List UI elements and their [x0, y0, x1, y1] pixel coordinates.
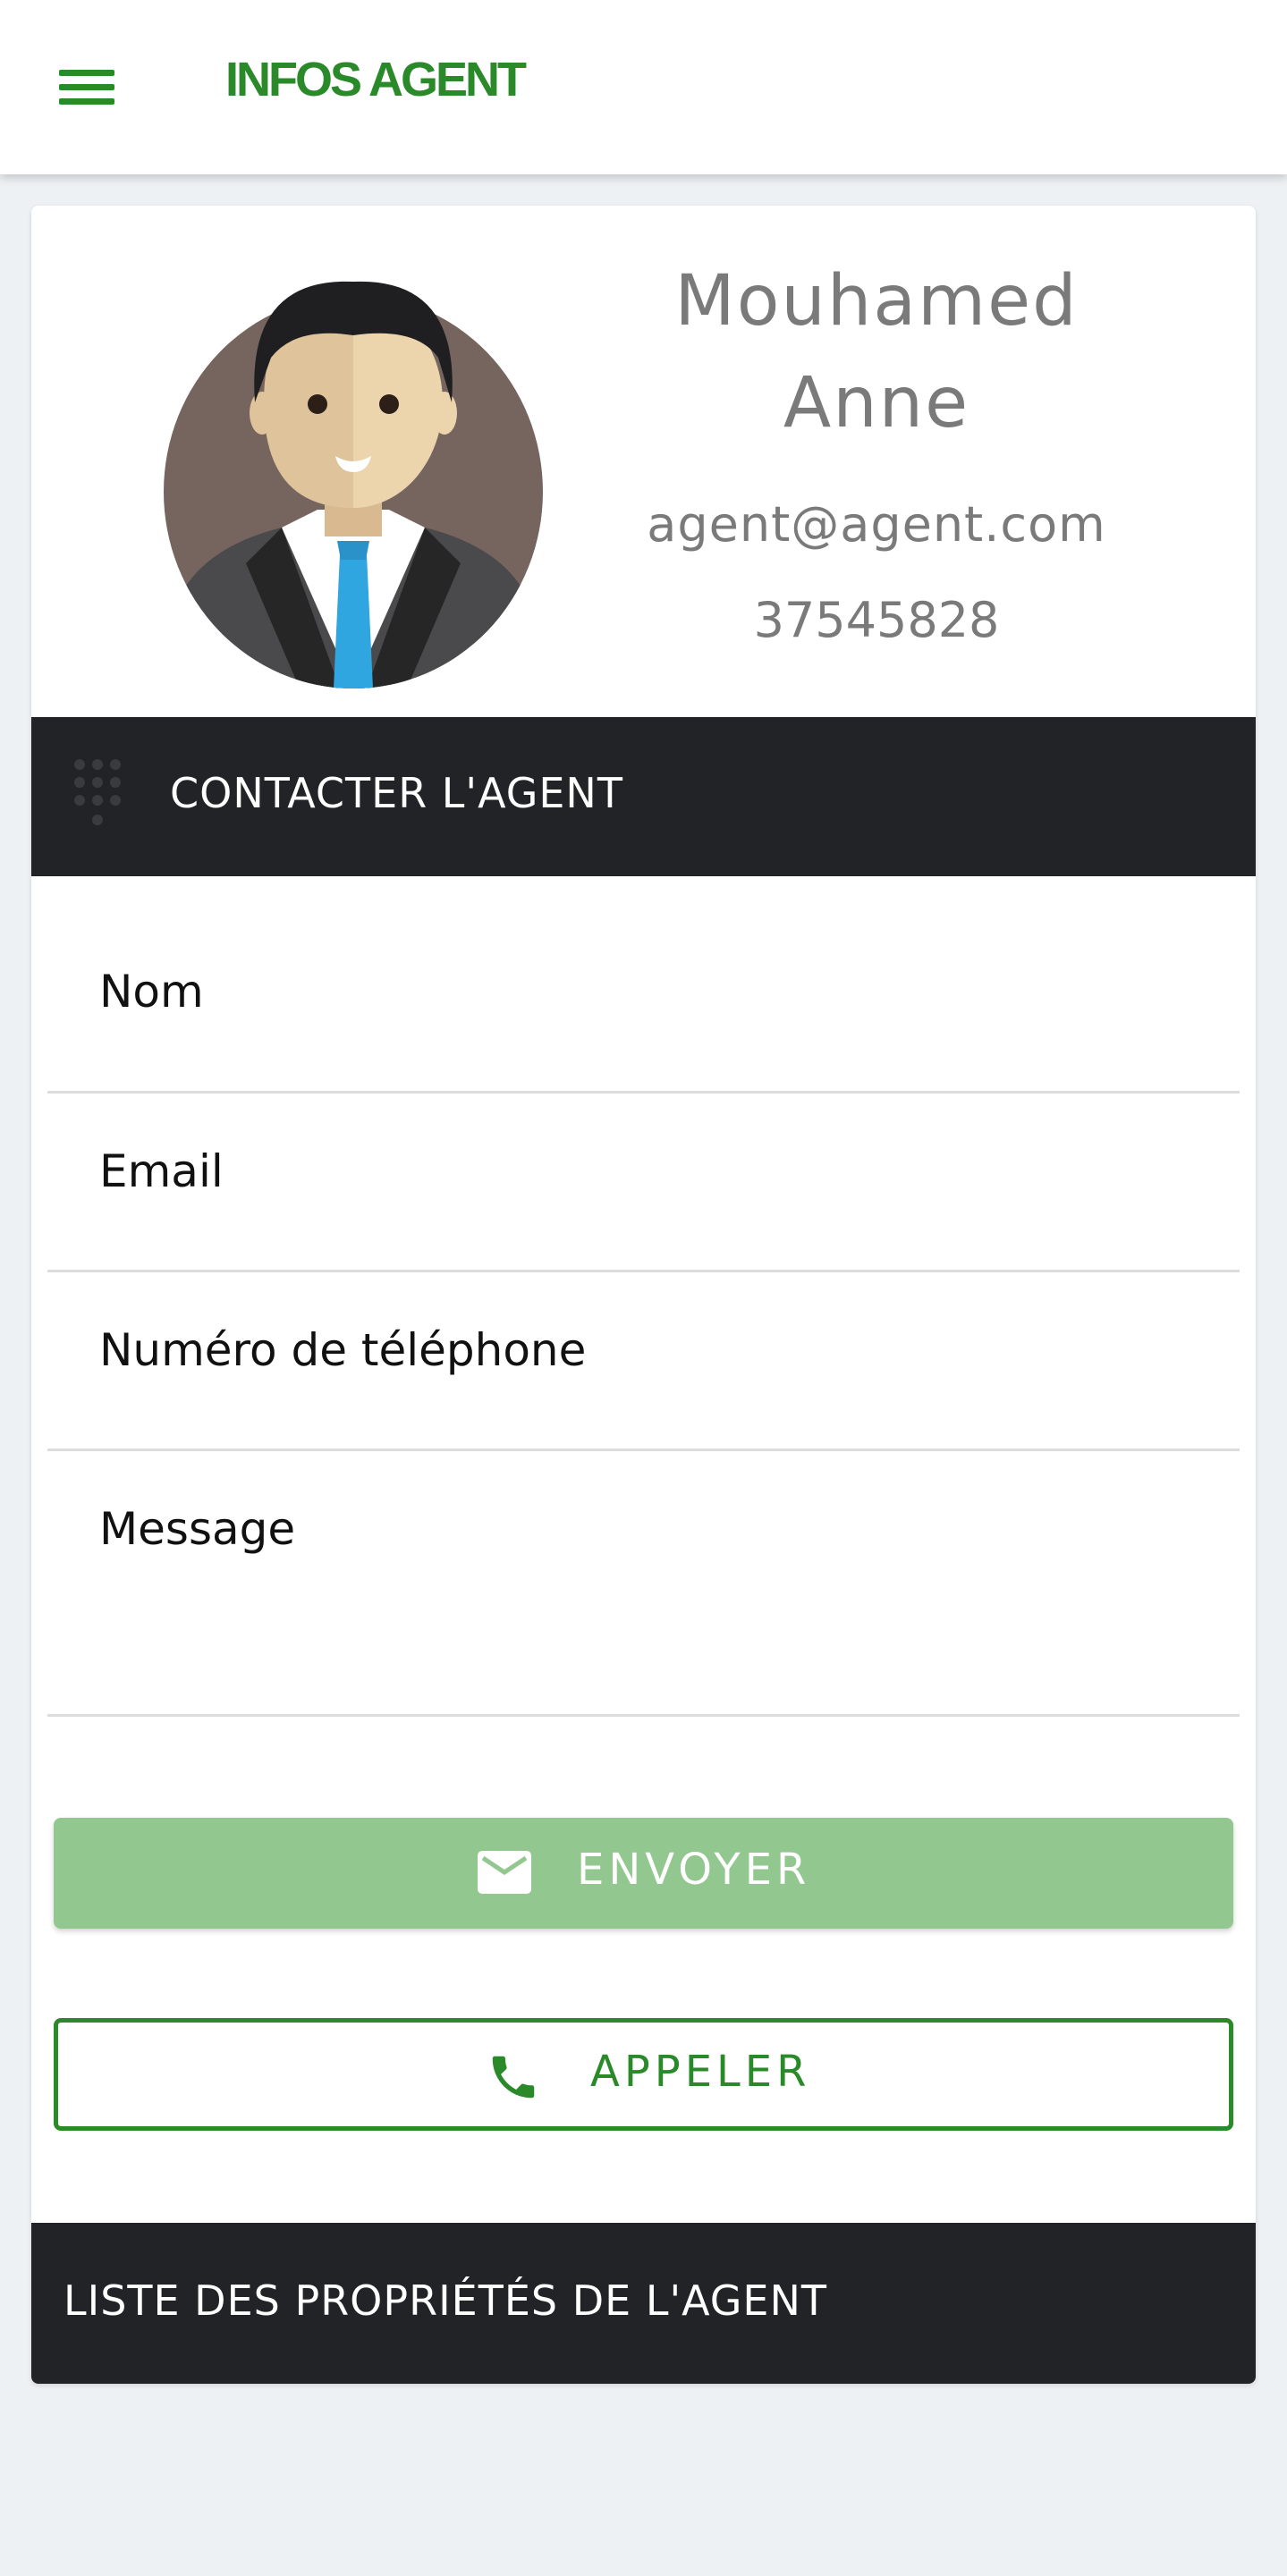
app-header: INFOS AGENT	[0, 0, 1287, 174]
hamburger-menu-icon[interactable]	[55, 64, 118, 111]
agent-properties-title: LISTE DES PROPRIÉTÉS DE L'AGENT	[64, 2276, 827, 2325]
name-field[interactable]: Nom	[47, 876, 1240, 1094]
page-title: INFOS AGENT	[225, 53, 527, 106]
agent-name: Mouhamed Anne	[568, 250, 1185, 454]
agent-properties-header[interactable]: LISTE DES PROPRIÉTÉS DE L'AGENT	[31, 2223, 1256, 2384]
agent-phone: 37545828	[753, 592, 1000, 648]
send-button-label: ENVOYER	[577, 1845, 811, 1895]
phone-field-placeholder: Numéro de téléphone	[99, 1324, 587, 1376]
agent-avatar	[164, 281, 543, 688]
contact-agent-header: CONTACTER L'AGENT	[31, 717, 1256, 876]
send-button[interactable]: ENVOYER	[54, 1818, 1233, 1929]
email-field-placeholder: Email	[99, 1145, 224, 1197]
email-field[interactable]: Email	[47, 1094, 1240, 1272]
name-field-placeholder: Nom	[99, 966, 204, 1018]
message-field-placeholder: Message	[99, 1503, 296, 1555]
mail-icon	[478, 1851, 531, 1894]
message-field[interactable]: Message	[47, 1451, 1240, 1717]
agent-email: agent@agent.com	[647, 496, 1106, 553]
call-button-label: APPELER	[590, 2047, 811, 2097]
phone-icon	[492, 2056, 535, 2099]
dialpad-icon	[74, 759, 121, 825]
agent-last-name: Anne	[783, 363, 970, 443]
phone-field[interactable]: Numéro de téléphone	[47, 1272, 1240, 1451]
agent-card: Mouhamed Anne agent@agent.com 37545828 C…	[31, 206, 1256, 2384]
call-button[interactable]: APPELER	[54, 2018, 1233, 2131]
contact-agent-title: CONTACTER L'AGENT	[170, 769, 623, 817]
agent-first-name: Mouhamed	[674, 261, 1079, 342]
